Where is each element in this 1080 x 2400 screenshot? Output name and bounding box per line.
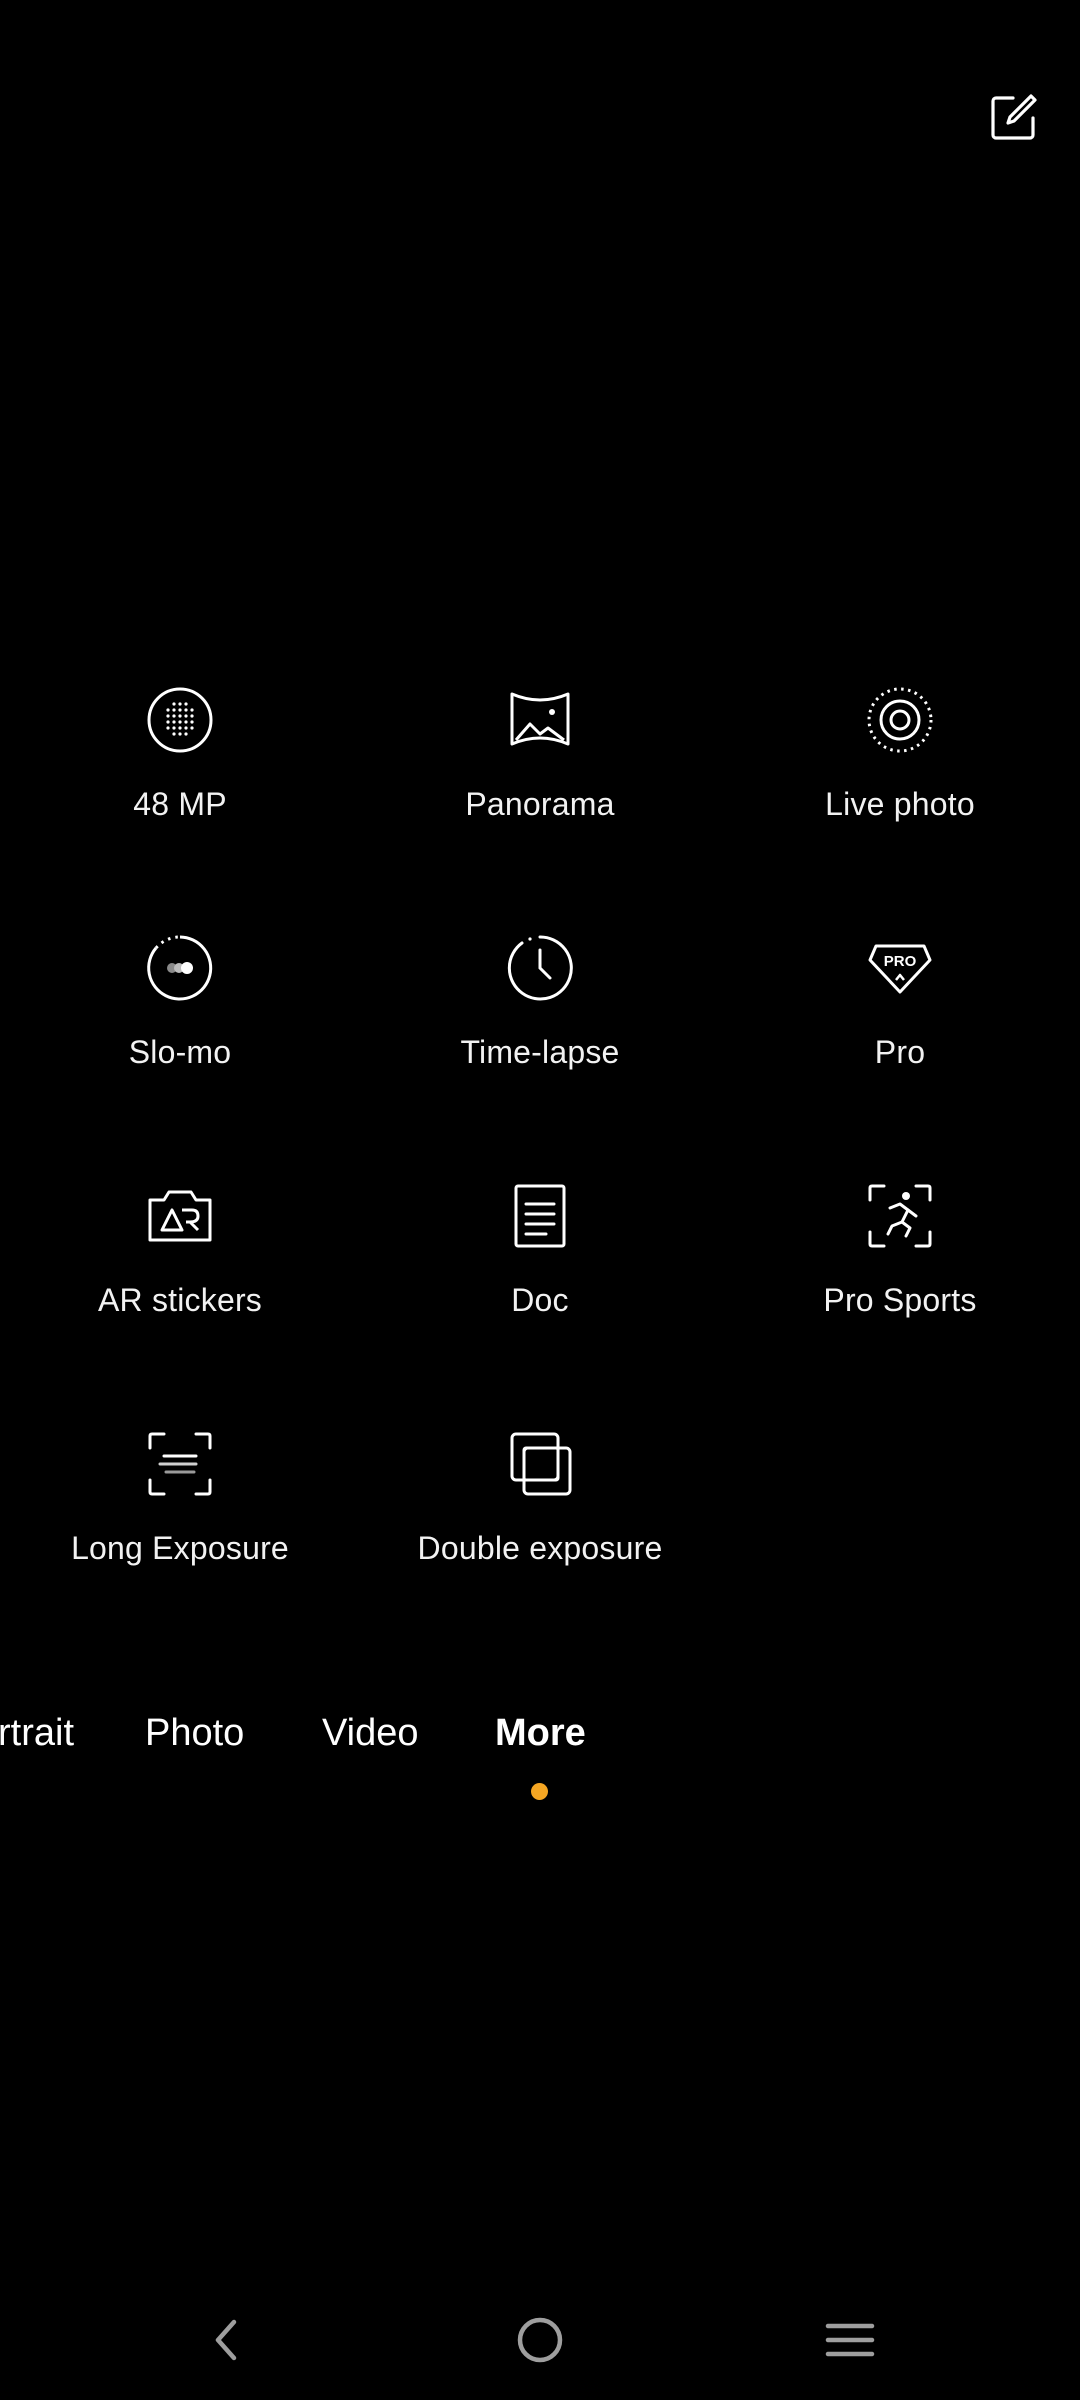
mode-label: Long Exposure xyxy=(71,1530,289,1566)
dotted-sphere-icon xyxy=(140,680,220,760)
svg-text:PRO: PRO xyxy=(884,953,917,970)
nav-recents-button[interactable] xyxy=(810,2300,890,2380)
runner-frame-icon xyxy=(860,1176,940,1256)
back-chevron-icon xyxy=(215,2319,237,2361)
system-nav-bar xyxy=(0,2300,1080,2380)
mode-ar-stickers[interactable]: AR stickers xyxy=(0,1176,360,1424)
mode-doc[interactable]: Doc xyxy=(360,1176,720,1424)
mode-tabs: rtrait Photo Video More xyxy=(0,1712,1080,1772)
live-photo-icon xyxy=(860,680,940,760)
tab-photo[interactable]: Photo xyxy=(145,1712,244,1755)
double-exposure-icon xyxy=(500,1424,580,1504)
mode-live-photo[interactable]: Live photo xyxy=(720,680,1080,928)
mode-pro-sports[interactable]: Pro Sports xyxy=(720,1176,1080,1424)
mode-long-exposure[interactable]: Long Exposure xyxy=(0,1424,360,1672)
mode-label: Slo-mo xyxy=(128,1034,232,1070)
mode-label: Doc xyxy=(511,1282,569,1318)
slow-motion-icon xyxy=(140,928,220,1008)
mode-label: 48 MP xyxy=(133,786,227,822)
tab-more[interactable]: More xyxy=(495,1712,586,1755)
pro-badge-icon: PRO xyxy=(860,928,940,1008)
document-icon xyxy=(500,1176,580,1256)
mode-grid: 48 MP Panorama Live photo Slo-mo Time-la… xyxy=(0,680,1080,1672)
mode-label: Panorama xyxy=(465,786,615,822)
mode-label: Time-lapse xyxy=(460,1034,620,1070)
mode-label: AR stickers xyxy=(98,1282,262,1318)
ar-camera-icon xyxy=(140,1176,220,1256)
mode-time-lapse[interactable]: Time-lapse xyxy=(360,928,720,1176)
mode-48mp[interactable]: 48 MP xyxy=(0,680,360,928)
clock-icon xyxy=(500,928,580,1008)
mode-double-exposure[interactable]: Double exposure xyxy=(360,1424,720,1672)
mode-pro[interactable]: PRO Pro xyxy=(720,928,1080,1176)
tab-video[interactable]: Video xyxy=(322,1712,419,1755)
mode-panorama[interactable]: Panorama xyxy=(360,680,720,928)
mode-slo-mo[interactable]: Slo-mo xyxy=(0,928,360,1176)
mode-label: Live photo xyxy=(825,786,975,822)
nav-back-button[interactable] xyxy=(188,2300,268,2380)
mode-label: Double exposure xyxy=(417,1530,663,1566)
long-exposure-icon xyxy=(140,1424,220,1504)
tab-portrait[interactable]: rtrait xyxy=(0,1712,74,1755)
panorama-icon xyxy=(500,680,580,760)
mode-label: Pro Sports xyxy=(823,1282,977,1318)
mode-label: Pro xyxy=(874,1034,926,1070)
edit-square-icon xyxy=(991,94,1037,140)
active-tab-indicator xyxy=(531,1783,548,1800)
home-circle-icon xyxy=(517,2317,563,2363)
menu-lines-icon xyxy=(825,2323,875,2357)
edit-modes-button[interactable] xyxy=(985,90,1041,146)
nav-home-button[interactable] xyxy=(500,2300,580,2380)
